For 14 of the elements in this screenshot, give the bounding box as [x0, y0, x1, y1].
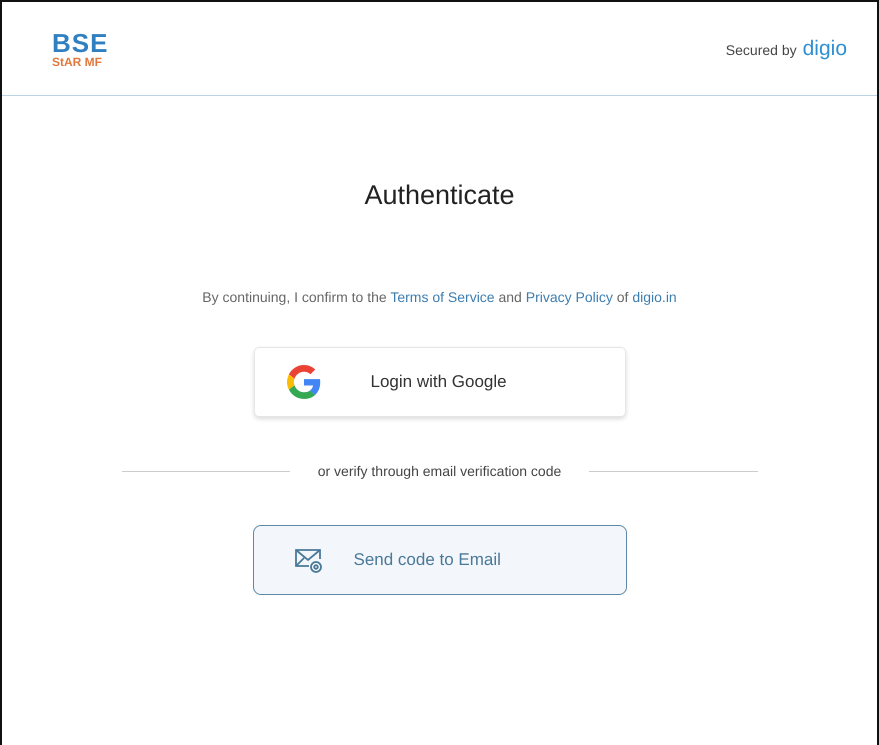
consent-link[interactable]: Privacy Policy [526, 289, 613, 305]
google-icon [286, 365, 320, 399]
send-email-code-button[interactable]: Send code to Email [252, 525, 626, 595]
logo-text: BSE [52, 30, 108, 56]
consent-link[interactable]: Terms of Service [390, 289, 495, 305]
envelope-icon [294, 546, 324, 574]
secured-by-label: Secured by [726, 42, 797, 58]
consent-text: By continuing, I confirm to the Terms of Service and Privacy Policy of digio.in [202, 289, 677, 305]
logo-subtext: StAR MF [52, 56, 103, 68]
divider-text: or verify through email verification code [318, 463, 562, 479]
google-login-button[interactable]: Login with Google [254, 347, 626, 417]
brand-name: digio [802, 36, 847, 60]
page-title: Authenticate [364, 180, 515, 211]
consent-link[interactable]: digio.in [632, 289, 677, 305]
